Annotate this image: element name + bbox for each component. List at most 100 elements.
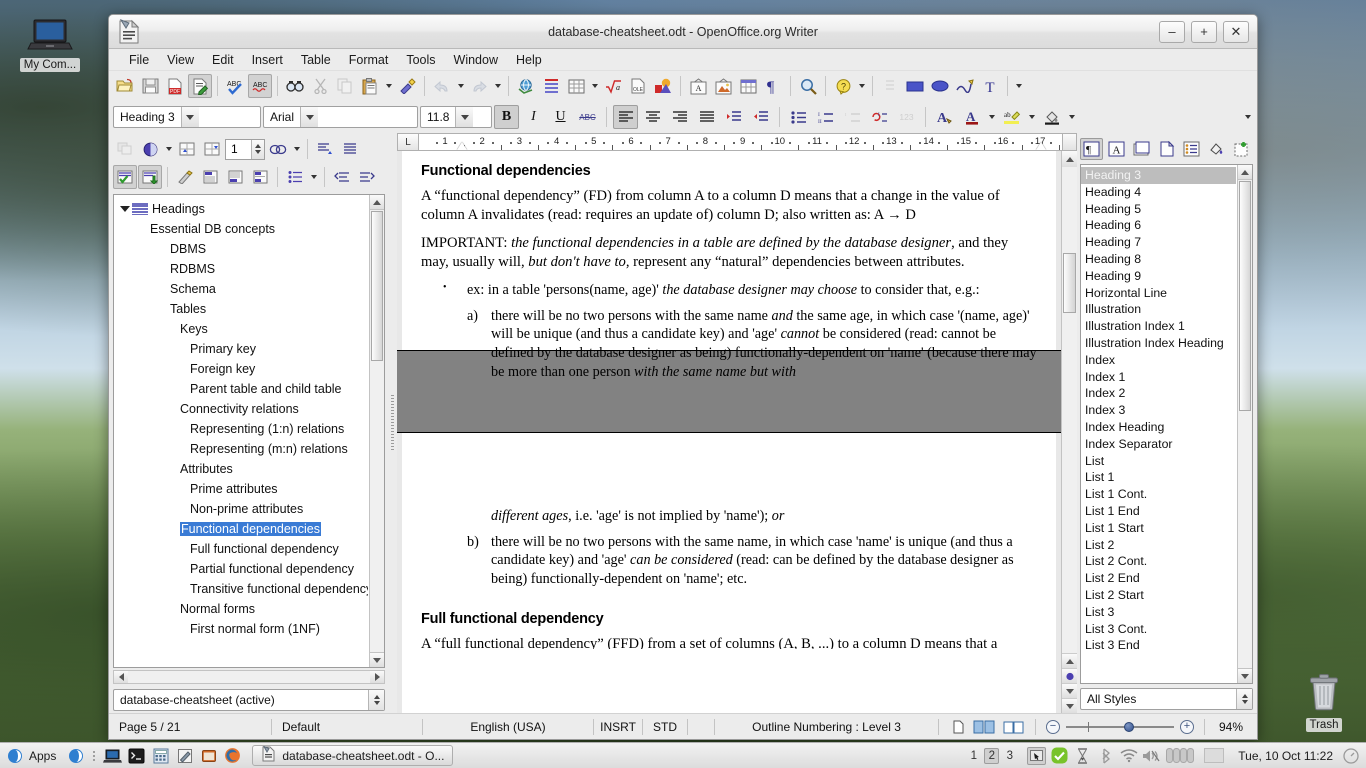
wifi-icon[interactable] [1119, 747, 1138, 765]
promote-level-icon[interactable] [313, 137, 337, 161]
edit-file-icon[interactable] [188, 74, 212, 98]
desktop-icon-my-computer[interactable]: My Com... [8, 18, 92, 75]
navigator-tree[interactable]: Headings Essential DB concepts DBMS RDBM… [113, 194, 385, 668]
columns-icon[interactable] [1165, 747, 1199, 765]
right-indent-marker[interactable] [1036, 142, 1046, 150]
minimize-button[interactable]: – [1159, 20, 1185, 43]
single-page-view-icon[interactable] [949, 719, 967, 734]
numbering-123-button[interactable]: 123 [894, 105, 919, 129]
tree-item[interactable]: Full functional dependency [114, 539, 368, 559]
style-item[interactable]: Index 2 [1081, 385, 1236, 402]
window-list-icon[interactable] [1027, 746, 1047, 765]
content-view-icon[interactable] [113, 165, 137, 189]
text-editor-icon[interactable] [175, 747, 194, 765]
tree-item[interactable]: Connectivity relations [114, 399, 368, 419]
status-page-style[interactable]: Default [272, 714, 422, 739]
style-item[interactable]: Index 3 [1081, 402, 1236, 419]
redo-dropdown-icon[interactable] [492, 74, 503, 98]
navigator-document-selector[interactable]: database-cheatsheet (active) [113, 689, 385, 711]
style-item[interactable]: Illustration Index Heading [1081, 335, 1236, 352]
update-icon[interactable] [1073, 747, 1092, 765]
status-insert-mode[interactable]: INSRT [594, 714, 642, 739]
toolbar-more-icon[interactable] [1013, 74, 1024, 98]
document-page-top[interactable]: Functional dependencies A “functional de… [397, 151, 1061, 380]
clock[interactable]: Tue, 10 Oct 11:22 [1230, 749, 1341, 763]
increase-indent-button[interactable] [721, 105, 746, 129]
cut-icon[interactable] [308, 74, 332, 98]
taskbar-window-button[interactable]: database-cheatsheet.odt - O... [252, 745, 454, 766]
apps-label[interactable]: Apps [29, 749, 56, 763]
tree-item[interactable]: Normal forms [114, 599, 368, 619]
tree-item[interactable]: Foreign key [114, 359, 368, 379]
style-item[interactable]: Heading 8 [1081, 251, 1236, 268]
tree-item[interactable]: Attributes [114, 459, 368, 479]
table-dropdown-icon[interactable] [589, 74, 600, 98]
drawing-freeform-icon[interactable] [953, 74, 977, 98]
page-number-spinner[interactable]: 1 [225, 138, 265, 160]
save-icon[interactable] [138, 74, 162, 98]
style-item[interactable]: List [1081, 453, 1236, 470]
header-icon[interactable] [198, 165, 222, 189]
highlighting-button[interactable]: ab [999, 105, 1024, 129]
style-item[interactable]: Index Separator [1081, 436, 1236, 453]
paste-icon[interactable] [358, 74, 382, 98]
status-zoom-value[interactable]: 94% [1205, 714, 1257, 739]
align-center-button[interactable] [640, 105, 665, 129]
navigation-dropdown-icon[interactable] [163, 137, 174, 161]
highlighting-dropdown-icon[interactable] [1026, 105, 1037, 129]
panel-splitter[interactable] [387, 133, 397, 713]
checkmark-icon[interactable] [1050, 747, 1069, 765]
scroll-up-icon[interactable] [1062, 151, 1077, 167]
font-color-button[interactable]: A [932, 105, 957, 129]
menu-insert[interactable]: Insert [244, 51, 291, 69]
anchor-switch-icon[interactable] [248, 165, 272, 189]
ruler-scale[interactable]: 1 2 3 4 5 6 7 8 9 10 11 12 13 14 15 16 17 [419, 133, 1063, 151]
menu-file[interactable]: File [121, 51, 157, 69]
set-reminder-icon[interactable] [138, 165, 162, 189]
navigation-button[interactable] [1062, 668, 1077, 683]
document-vertical-scrollbar[interactable] [1061, 151, 1077, 713]
zoom-knob[interactable] [1124, 721, 1134, 732]
archive-manager-icon[interactable] [199, 747, 218, 765]
insert-text-frame-icon[interactable]: A [686, 74, 710, 98]
zoom-slider[interactable]: − + [1036, 714, 1204, 739]
scroll-down-icon[interactable] [370, 652, 384, 667]
style-item[interactable]: List 1 [1081, 469, 1236, 486]
underline-button[interactable]: U [548, 105, 573, 129]
menu-help[interactable]: Help [508, 51, 550, 69]
scroll-left-icon[interactable] [114, 671, 128, 683]
toggle-icon[interactable] [113, 137, 137, 161]
reminder-icon[interactable] [266, 137, 290, 161]
drawing-rectangle-icon[interactable] [903, 74, 927, 98]
document-page-bottom[interactable]: different ages, i.e. 'age' is not implie… [397, 432, 1061, 713]
spinner-arrows[interactable] [1236, 689, 1252, 709]
hyperlink-icon[interactable] [514, 74, 538, 98]
tree-item[interactable]: DBMS [114, 239, 368, 259]
style-item[interactable]: List 3 Cont. [1081, 621, 1236, 638]
decrease-indent-button[interactable] [748, 105, 773, 129]
expand-triangle-icon[interactable] [118, 206, 132, 212]
character-styles-icon[interactable]: A [1105, 138, 1128, 160]
redo-icon[interactable] [467, 74, 491, 98]
find-replace-icon[interactable] [283, 74, 307, 98]
paragraph-styles-icon[interactable]: ¶ [1080, 138, 1103, 160]
style-item[interactable]: Index [1081, 352, 1236, 369]
fill-format-mode-icon[interactable] [1205, 138, 1228, 160]
chevron-down-icon[interactable] [180, 107, 199, 127]
style-item[interactable]: List 3 End [1081, 637, 1236, 654]
chevron-down-icon[interactable] [455, 107, 474, 127]
align-left-button[interactable] [613, 105, 638, 129]
tree-item[interactable]: Primary key [114, 339, 368, 359]
menu-view[interactable]: View [159, 51, 202, 69]
tree-item-selected[interactable]: Functional dependencies [114, 519, 368, 539]
page-styles-icon[interactable] [1155, 138, 1178, 160]
horizontal-ruler[interactable]: L 1 2 3 4 5 6 7 8 9 10 11 12 13 14 15 16 17 [397, 133, 1077, 151]
scrollbar-thumb[interactable] [371, 211, 383, 361]
style-item[interactable]: Heading 6 [1081, 217, 1236, 234]
maximize-button[interactable]: + [1191, 20, 1217, 43]
export-pdf-icon[interactable]: PDF [163, 74, 187, 98]
formatting-overflow-icon[interactable] [1242, 105, 1253, 129]
status-selection-mode[interactable]: STD [643, 714, 687, 739]
drawing-select-icon[interactable] [878, 74, 902, 98]
gnome-menu-icon[interactable] [66, 747, 85, 765]
